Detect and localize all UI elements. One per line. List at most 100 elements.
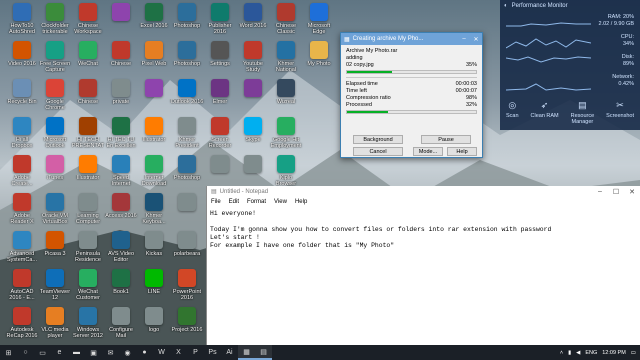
windows-start-icon[interactable]: ⊞ [0, 345, 17, 360]
minimize-button[interactable]: – [592, 188, 608, 196]
menu-format[interactable]: Format [247, 199, 266, 205]
notepad-icon[interactable]: ▤ [255, 345, 272, 360]
menu-edit[interactable]: Edit [229, 199, 239, 205]
desktop-shortcut[interactable]: Project 2016 [166, 307, 208, 349]
app-icon [145, 117, 163, 135]
perf-button-screenshot[interactable]: ✂ Screenshot [606, 100, 634, 125]
monitor-icon: ◐ [504, 3, 508, 9]
text-line: For example I have one folder that is "M… [210, 242, 395, 249]
network-icon[interactable]: ▮ [568, 350, 571, 356]
app-icon [277, 41, 295, 59]
minimize-button[interactable]: – [458, 36, 470, 43]
app-icon [46, 231, 64, 249]
background-button[interactable]: Background [353, 135, 403, 144]
shortcut-label: Wizreal [276, 99, 296, 105]
network-graph: Network: 0.42% [506, 74, 634, 92]
app-icon [178, 117, 196, 135]
notification-icon[interactable]: ▭ [631, 350, 636, 356]
app-icon [178, 307, 196, 325]
word-icon[interactable]: W [153, 345, 170, 360]
perf-button-clean-ram[interactable]: ➶ Clean RAM [531, 100, 559, 125]
mode-button[interactable]: Mode... [413, 147, 443, 156]
desktop-shortcut[interactable]: Google Hit Employment [265, 117, 307, 159]
powerpoint-icon[interactable]: P [187, 345, 204, 360]
shortcut-label: My Photo [307, 61, 331, 67]
close-button[interactable]: ✕ [624, 188, 640, 196]
menu-file[interactable]: File [211, 199, 221, 205]
menu-view[interactable]: View [274, 199, 287, 205]
app-icon [13, 269, 31, 287]
system-tray: ˄ ▮ ◀ ENG 12:09 PM ▭ [560, 350, 640, 356]
clock[interactable]: 12:09 PM [602, 350, 626, 356]
maximize-button[interactable]: ☐ [608, 188, 624, 196]
app-icon [112, 41, 130, 59]
file-percent: 35% [465, 62, 477, 68]
excel-icon [145, 3, 163, 21]
screenshot-icon: ✂ [616, 100, 624, 110]
folder-icon [310, 41, 328, 59]
app-icon [178, 155, 196, 173]
notepad-window: ▤ Untitled - Notepad – ☐ ✕ File Edit Forma… [206, 186, 640, 346]
app-icon [79, 269, 97, 287]
app-icon [112, 155, 130, 173]
processed-value: 32% [465, 102, 477, 108]
app-icon [178, 269, 196, 287]
edge-icon[interactable]: e [51, 345, 68, 360]
dialog-title-bar[interactable]: ▦ Creating archive My Pho... – ✕ [341, 33, 482, 45]
app-icon [112, 193, 130, 211]
app-icon [46, 269, 64, 287]
winrar-icon[interactable]: ▦ [238, 345, 255, 360]
gear-icon [211, 41, 229, 59]
text-line [210, 218, 637, 226]
store-icon[interactable]: ▣ [85, 345, 102, 360]
language-indicator[interactable]: ENG [585, 350, 597, 356]
notepad-title-bar[interactable]: ▤ Untitled - Notepad – ☐ ✕ [207, 186, 640, 197]
firefox-icon[interactable]: ● [136, 345, 153, 360]
chrome-icon[interactable]: ◉ [119, 345, 136, 360]
illustrator-icon[interactable]: Ai [221, 345, 238, 360]
excel-icon[interactable]: X [170, 345, 187, 360]
volume-icon[interactable]: ◀ [576, 350, 580, 356]
task-view-icon[interactable]: ▭ [34, 345, 51, 360]
perf-button-scan[interactable]: ◎ Scan [506, 100, 519, 125]
app-icon [46, 117, 64, 135]
desktop-shortcut[interactable] [166, 193, 208, 235]
text-line: Today I'm gonna show you how to convert … [210, 226, 552, 233]
help-button[interactable]: Help [447, 147, 477, 156]
mail-icon[interactable]: ✉ [102, 345, 119, 360]
close-button[interactable]: ✕ [470, 36, 482, 43]
cancel-button[interactable]: Cancel [353, 147, 403, 156]
app-icon [13, 231, 31, 249]
desktop-shortcut[interactable]: My Photo [298, 41, 340, 83]
rocket-icon: ➶ [540, 100, 549, 110]
desktop-shortcut[interactable]: polarbeara [166, 231, 208, 273]
chevron-up-icon[interactable]: ˄ [560, 350, 563, 356]
app-icon [79, 117, 97, 135]
winrar-icon [244, 79, 262, 97]
time-left-value: 00:00:07 [455, 88, 477, 94]
app-icon [46, 3, 64, 21]
text-line: Let's start ! [210, 234, 260, 241]
search-icon[interactable]: ○ [17, 345, 34, 360]
menu-help[interactable]: Help [295, 199, 307, 205]
app-icon [79, 155, 97, 173]
app-icon [145, 307, 163, 325]
time-left-label: Time left [346, 88, 367, 94]
performance-monitor-widget: ◐ Performance Monitor RAM: 20% 2.02 / 9.9… [500, 0, 640, 130]
desktop-shortcut[interactable]: Wizreal [265, 79, 307, 121]
photoshop-icon[interactable]: Ps [204, 345, 221, 360]
notepad-text-area[interactable]: Hi everyone! Today I'm gonna show you how… [207, 207, 640, 253]
file-explorer-icon[interactable]: ▬ [68, 345, 85, 360]
perf-button-resource[interactable]: ▤ Resource Manager [571, 100, 595, 125]
desktop-shortcut[interactable]: PowerPoint 2016 [166, 269, 208, 311]
notepad-menu-bar: File Edit Format View Help [207, 197, 640, 207]
desktop-shortcut[interactable]: Microsoft Edge [298, 3, 340, 45]
archive-name: Archive My Photo.rar [346, 48, 398, 54]
app-icon [112, 117, 130, 135]
app-icon [178, 3, 196, 21]
elapsed-value: 00:00:03 [455, 81, 477, 87]
pause-button[interactable]: Pause [421, 135, 471, 144]
shortcut-label: Microsoft Edge [307, 23, 331, 35]
recycle-bin-icon [13, 79, 31, 97]
app-icon [13, 307, 31, 325]
